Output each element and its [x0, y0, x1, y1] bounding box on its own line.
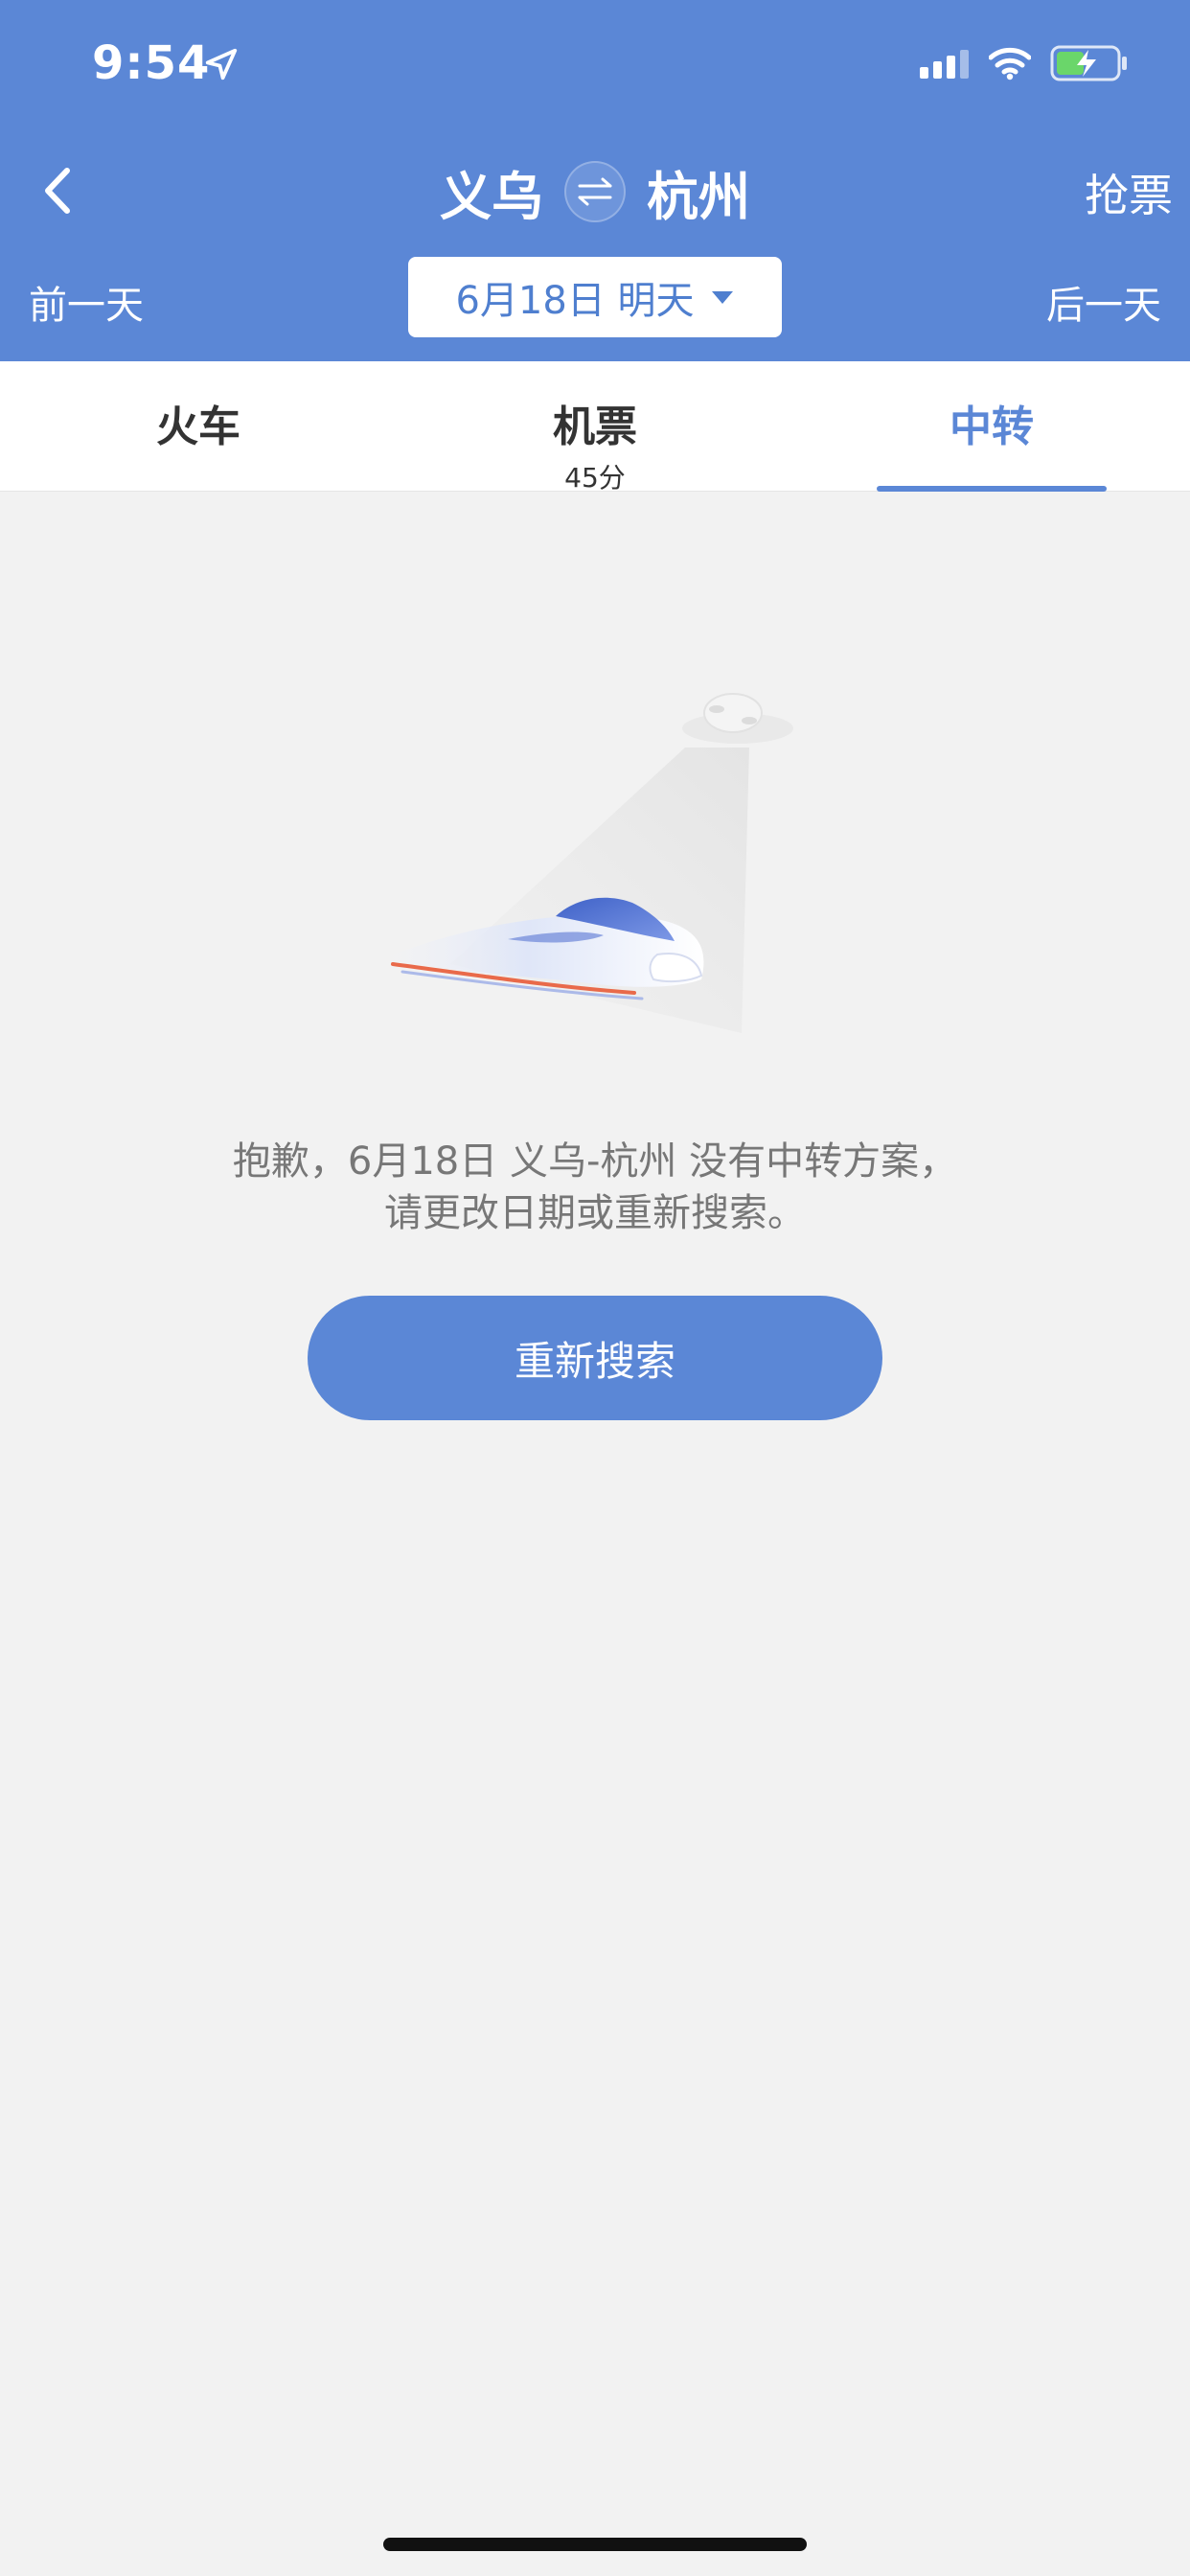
tab-flight-label: 机票: [553, 402, 637, 451]
active-tab-indicator: [877, 486, 1107, 492]
empty-message-line-1: 抱歉，6月18日 义乌-杭州 没有中转方案，: [232, 1139, 958, 1184]
tab-transfer-label: 中转: [950, 402, 1034, 451]
swap-icon: [578, 177, 612, 206]
signal-icon: [920, 50, 969, 79]
origin-city[interactable]: 义乌: [440, 154, 543, 230]
tab-flight[interactable]: 机票 45分: [397, 361, 793, 494]
tab-train[interactable]: 火车: [0, 361, 397, 492]
header: 9:54 义乌 杭州 抢票 前一天 6月18日 明天 后一天: [0, 0, 1190, 361]
grab-ticket-button[interactable]: 抢票: [1085, 161, 1173, 224]
battery-charging-icon: [1050, 45, 1127, 81]
location-arrow-icon: [205, 48, 238, 80]
date-row: 前一天 6月18日 明天 后一天: [0, 255, 1190, 341]
next-day-button[interactable]: 后一天: [1046, 274, 1161, 330]
tab-transfer[interactable]: 中转: [793, 361, 1190, 492]
swap-button[interactable]: [564, 161, 626, 222]
status-time: 9:54: [92, 36, 211, 90]
empty-message-line-2: 请更改日期或重新搜索。: [384, 1191, 806, 1235]
wifi-icon: [989, 47, 1031, 80]
empty-state-message: 抱歉，6月18日 义乌-杭州 没有中转方案， 请更改日期或重新搜索。: [0, 1136, 1190, 1239]
dropdown-caret-icon: [711, 291, 733, 304]
route-title: 义乌 杭州: [0, 157, 1190, 227]
destination-city[interactable]: 杭州: [647, 154, 750, 230]
screen: 9:54 义乌 杭州 抢票 前一天 6月18日 明天 后一天 火车 机票 45分…: [0, 0, 1190, 2576]
tab-train-label: 火车: [156, 402, 240, 451]
prev-day-button[interactable]: 前一天: [29, 274, 144, 330]
tab-bar: 火车 机票 45分 中转: [0, 361, 1190, 494]
date-label: 6月18日 明天: [455, 279, 695, 323]
tab-flight-duration: 45分: [564, 462, 626, 494]
status-bar: 9:54: [0, 0, 1190, 126]
home-indicator[interactable]: [383, 2538, 807, 2551]
research-button[interactable]: 重新搜索: [308, 1296, 882, 1420]
date-selector[interactable]: 6月18日 明天: [408, 257, 782, 337]
nav-bar: 义乌 杭州 抢票: [0, 144, 1190, 240]
empty-train-ufo-illustration: [383, 693, 793, 1033]
